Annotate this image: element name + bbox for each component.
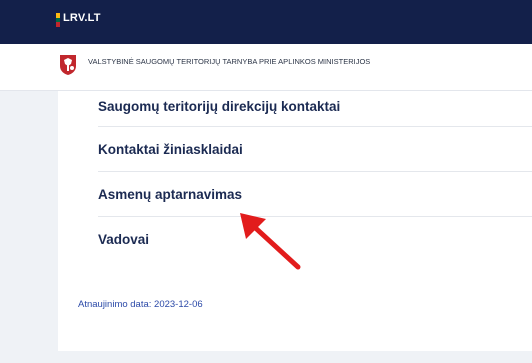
link-asmenu-aptarnavimas[interactable]: Asmenų aptarnavimas <box>98 187 242 202</box>
list-item: Saugomų teritorijų direkcijų kontaktai <box>98 91 532 127</box>
top-navigation-bar: LRV.LT <box>0 0 532 44</box>
link-saugomu-teritoriju-direkciju-kontaktai[interactable]: Saugomų teritorijų direkcijų kontaktai <box>98 99 340 114</box>
organization-name[interactable]: VALSTYBINĖ SAUGOMŲ TERITORIJŲ TARNYBA PR… <box>88 58 408 66</box>
link-kontaktai-ziniasklaidai[interactable]: Kontaktai žiniasklaidai <box>98 142 243 157</box>
update-date: Atnaujinimo data: 2023-12-06 <box>78 299 203 310</box>
list-item: Vadovai <box>98 217 532 262</box>
lrv-logo-link[interactable]: LRV.LT <box>63 12 101 24</box>
coat-of-arms-icon <box>60 55 76 75</box>
red-arrow-icon <box>240 213 301 270</box>
contacts-link-list: Saugomų teritorijų direkcijų kontaktai K… <box>98 91 532 262</box>
link-vadovai[interactable]: Vadovai <box>98 232 149 247</box>
list-item: Asmenų aptarnavimas <box>98 172 532 217</box>
list-item: Kontaktai žiniasklaidai <box>98 127 532 172</box>
lithuanian-flag-icon <box>56 13 60 28</box>
organization-header: VALSTYBINĖ SAUGOMŲ TERITORIJŲ TARNYBA PR… <box>0 44 532 91</box>
